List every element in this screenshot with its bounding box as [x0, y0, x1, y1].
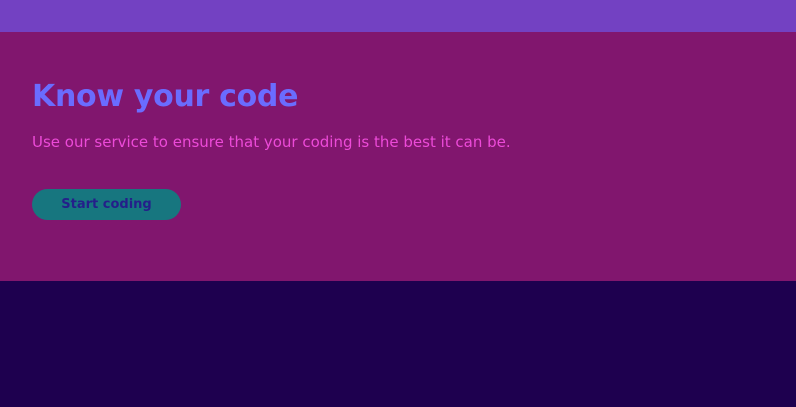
top-bar: [0, 0, 796, 32]
start-coding-button[interactable]: Start coding: [32, 189, 181, 220]
lower-section: [0, 281, 796, 407]
hero-subtitle: Use our service to ensure that your codi…: [32, 133, 511, 151]
hero-title: Know your code: [32, 79, 299, 114]
hero-section: Know your code Use our service to ensure…: [0, 32, 796, 281]
